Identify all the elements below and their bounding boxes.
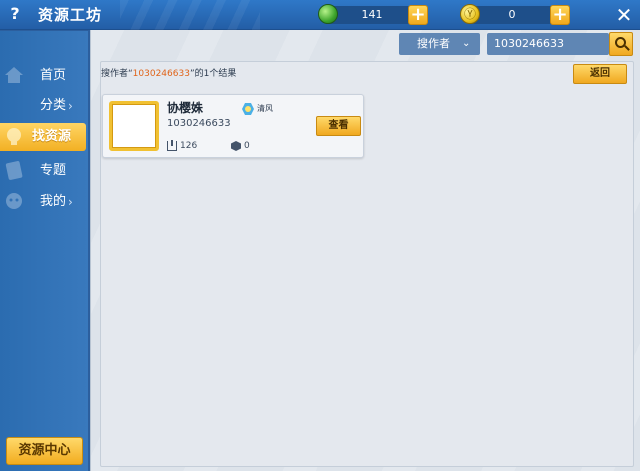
back-button[interactable]: 返回	[573, 64, 627, 84]
chevron-right-icon: ›	[68, 99, 73, 113]
sidebar-item-mine[interactable]: 我的 ›	[0, 188, 88, 216]
title-decoration	[120, 0, 260, 30]
sidebar: 首页 分类 › 找资源 专题 我的 › 资源中心	[0, 31, 88, 471]
filter-label: 搜作者	[417, 37, 450, 50]
summary-query: 1030246633	[132, 69, 190, 79]
sidebar-item-label: 我的	[40, 194, 67, 209]
sidebar-item-label: 首页	[40, 68, 67, 83]
search-input[interactable]	[487, 33, 609, 55]
gem-value: 141	[361, 8, 383, 21]
add-coins-button[interactable]: +	[550, 5, 570, 25]
result-card[interactable]: 协樱姝 1030246633 清风 126 0 查看	[102, 94, 364, 158]
home-icon	[3, 64, 25, 86]
sidebar-item-label: 专题	[40, 163, 67, 178]
chevron-right-icon: ›	[68, 195, 73, 209]
result-summary: 搜作者“1030246633”的1个结果	[101, 68, 236, 80]
download-count-value: 126	[180, 141, 198, 151]
view-button[interactable]: 查看	[316, 116, 361, 136]
works-count-value: 0	[244, 141, 250, 151]
tag-badge-icon	[242, 103, 254, 115]
coin-counter: 0 +	[460, 4, 570, 25]
tag-label: 清风	[257, 104, 273, 113]
close-icon[interactable]: ✕	[612, 3, 636, 27]
author-id: 1030246633	[167, 118, 231, 129]
search-button[interactable]	[609, 32, 633, 56]
gem-counter: 141 +	[318, 4, 428, 25]
coin-icon	[460, 4, 480, 24]
topic-icon	[3, 159, 25, 181]
sidebar-item-find-resources[interactable]: 找资源	[0, 123, 86, 151]
sidebar-item-label: 找资源	[32, 129, 72, 144]
resource-center-button[interactable]: 资源中心	[6, 437, 83, 465]
coin-value: 0	[508, 8, 516, 21]
cube-icon	[231, 141, 241, 151]
search-icon-handle	[624, 45, 630, 51]
sidebar-item-topics[interactable]: 专题	[0, 157, 88, 185]
author-thumbnail	[109, 101, 159, 151]
author-name: 协樱姝	[167, 101, 204, 115]
app-title: 资源工坊	[38, 6, 103, 24]
gem-icon	[318, 4, 338, 24]
summary-suffix: ”的1个结果	[189, 69, 237, 79]
top-bar: ? 资源工坊 141 + 0 + ✕	[0, 0, 640, 30]
sidebar-item-label: 分类	[40, 98, 67, 113]
summary-prefix: 搜作者“	[101, 69, 133, 79]
avatar-icon	[3, 190, 25, 212]
chevron-down-icon: ⌄	[462, 38, 471, 49]
search-filter-select[interactable]: 搜作者 ⌄	[399, 33, 480, 55]
help-icon[interactable]: ?	[6, 4, 24, 24]
main-content: 搜作者 ⌄ 搜作者“1030246633”的1个结果 返回 协樱姝 103024…	[90, 30, 640, 471]
sidebar-item-category[interactable]: 分类 ›	[0, 92, 88, 120]
add-gems-button[interactable]: +	[408, 5, 428, 25]
bulb-icon	[3, 125, 25, 147]
download-icon	[167, 140, 177, 151]
sidebar-item-home[interactable]: 首页	[0, 62, 88, 90]
